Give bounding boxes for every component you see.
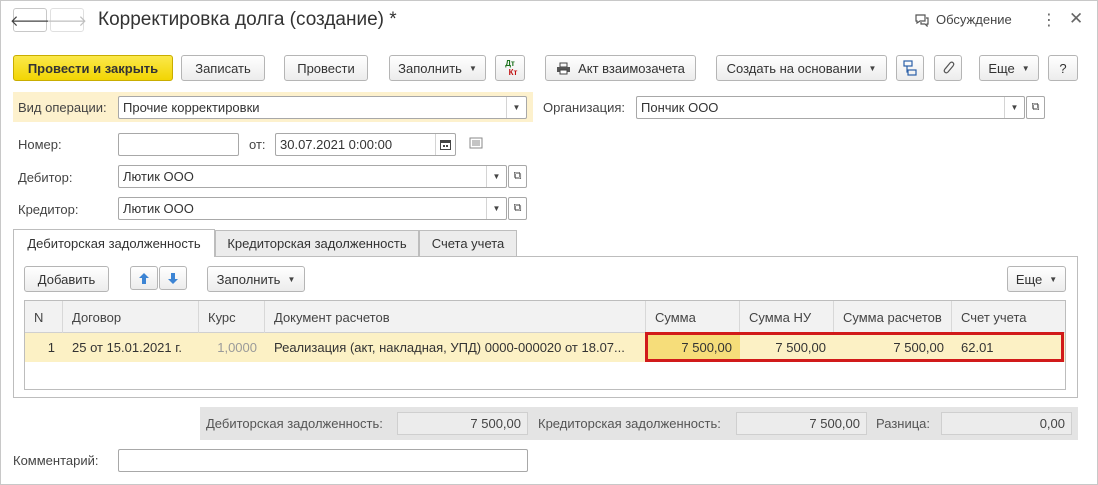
dt-kt-button[interactable]: Дт Кт: [495, 55, 525, 81]
discussion-label: Обсуждение: [936, 12, 1012, 27]
creditor-value: Лютик ООО: [123, 201, 194, 216]
table-fill-label: Заполнить: [216, 271, 281, 287]
back-button[interactable]: 🡐: [9, 8, 51, 32]
tab-accounts[interactable]: Счета учета: [419, 230, 517, 256]
fill-label: Заполнить: [398, 60, 462, 76]
column-header-contract[interactable]: Договор: [63, 301, 199, 333]
calendar-icon[interactable]: [435, 134, 455, 155]
creditor-select[interactable]: Лютик ООО ▼: [118, 197, 507, 220]
move-down-button[interactable]: [159, 266, 187, 290]
move-up-button[interactable]: [130, 266, 158, 290]
difference-value: 0,00: [941, 412, 1072, 435]
dt-label: Дт: [505, 59, 515, 68]
arrow-up-icon: [139, 272, 149, 284]
table-fill-button[interactable]: Заполнить ▼: [207, 266, 305, 292]
close-icon[interactable]: ✕: [1069, 9, 1083, 29]
number-input[interactable]: [118, 133, 239, 156]
creditor-label: Кредитор:: [18, 202, 79, 217]
cell-document[interactable]: Реализация (акт, накладная, УПД) 0000-00…: [265, 333, 646, 362]
debtor-value: Лютик ООО: [123, 169, 194, 184]
create-based-on-label: Создать на основании: [726, 60, 862, 76]
payables-total-value: 7 500,00: [736, 412, 867, 435]
comment-label: Комментарий:: [13, 453, 99, 468]
column-header-account[interactable]: Счет учета: [952, 301, 1065, 333]
organization-value: Пончик ООО: [641, 100, 719, 115]
post-and-close-button[interactable]: Провести и закрыть: [13, 55, 173, 81]
cell-n[interactable]: 1: [25, 333, 63, 362]
column-header-document[interactable]: Документ расчетов: [265, 301, 646, 333]
chevron-down-icon[interactable]: ▼: [506, 97, 526, 118]
structure-icon: [903, 60, 917, 76]
number-label: Номер:: [18, 137, 62, 152]
date-label: от:: [249, 137, 266, 152]
chat-icon: [915, 13, 929, 27]
operation-type-label: Вид операции:: [18, 100, 107, 115]
more-button[interactable]: Еще ▼: [979, 55, 1039, 81]
receivables-total-label: Дебиторская задолженность:: [206, 416, 383, 431]
difference-label: Разница:: [876, 416, 931, 431]
arrow-right-icon: 🡒: [46, 12, 88, 30]
printer-icon: [557, 62, 571, 74]
history-icon[interactable]: [469, 137, 483, 152]
date-value: 30.07.2021 0:00:00: [280, 137, 393, 152]
open-window-icon: ⧉: [513, 170, 522, 182]
column-header-rate[interactable]: Курс: [199, 301, 265, 333]
comment-input[interactable]: [118, 449, 528, 472]
add-row-button[interactable]: Добавить: [24, 266, 109, 292]
post-button[interactable]: Провести: [284, 55, 368, 81]
chevron-down-icon: ▼: [1021, 63, 1030, 73]
save-button[interactable]: Записать: [181, 55, 265, 81]
open-debtor-button[interactable]: ⧉: [508, 165, 527, 188]
operation-type-select[interactable]: Прочие корректировки ▼: [118, 96, 527, 119]
help-button[interactable]: ?: [1048, 55, 1078, 81]
more-vertical-icon[interactable]: ⋮: [1041, 10, 1057, 30]
chevron-down-icon: ▼: [868, 63, 877, 73]
column-header-sum[interactable]: Сумма: [646, 301, 740, 333]
receivables-total-value: 7 500,00: [397, 412, 528, 435]
fill-dropdown-button[interactable]: Заполнить ▼: [389, 55, 486, 81]
table-header: N Договор Курс Документ расчетов Сумма С…: [25, 301, 1065, 333]
table-more-label: Еще: [1015, 271, 1043, 287]
selection-highlight-box: [645, 332, 1064, 362]
create-based-on-button[interactable]: Создать на основании ▼: [716, 55, 887, 81]
column-header-n[interactable]: N: [25, 301, 63, 333]
tab-receivables[interactable]: Дебиторская задолженность: [13, 229, 215, 257]
open-window-icon: ⧉: [513, 202, 522, 214]
table-more-button[interactable]: Еще ▼: [1007, 266, 1066, 292]
debtor-select[interactable]: Лютик ООО ▼: [118, 165, 507, 188]
forward-button[interactable]: 🡒: [46, 8, 88, 32]
chevron-down-icon[interactable]: ▼: [1004, 97, 1024, 118]
chevron-down-icon[interactable]: ▼: [486, 198, 506, 219]
arrow-left-icon: 🡐: [9, 12, 51, 30]
open-organization-button[interactable]: ⧉: [1026, 96, 1045, 119]
arrow-down-icon: [168, 272, 178, 284]
chevron-down-icon[interactable]: ▼: [486, 166, 506, 187]
more-label: Еще: [988, 60, 1015, 76]
cell-rate[interactable]: 1,0000: [199, 333, 265, 362]
organization-select[interactable]: Пончик ООО ▼: [636, 96, 1025, 119]
structure-button[interactable]: [896, 55, 924, 81]
kt-label: Кт: [508, 68, 518, 77]
chevron-down-icon: ▼: [287, 274, 296, 284]
offset-act-button[interactable]: Акт взаимозачета: [545, 55, 696, 81]
discussion-button[interactable]: Обсуждение: [914, 12, 1012, 27]
column-header-sum-nu[interactable]: Сумма НУ: [740, 301, 834, 333]
chevron-down-icon: ▼: [468, 63, 477, 73]
column-header-sum-calc[interactable]: Сумма расчетов: [834, 301, 952, 333]
open-creditor-button[interactable]: ⧉: [508, 197, 527, 220]
payables-total-label: Кредиторская задолженность:: [538, 416, 721, 431]
cell-contract[interactable]: 25 от 15.01.2021 г.: [63, 333, 199, 362]
totals-bar: Дебиторская задолженность: 7 500,00 Кред…: [200, 407, 1078, 440]
chevron-down-icon: ▼: [1049, 274, 1058, 284]
attach-button[interactable]: [934, 55, 962, 81]
open-window-icon: ⧉: [1031, 101, 1040, 113]
offset-act-label: Акт взаимозачета: [578, 60, 685, 76]
paperclip-icon: [943, 61, 955, 74]
organization-label: Организация:: [543, 100, 626, 115]
tab-payables[interactable]: Кредиторская задолженность: [215, 230, 419, 256]
page-title: Корректировка долга (создание) *: [98, 9, 397, 30]
debtor-label: Дебитор:: [18, 170, 73, 185]
date-input[interactable]: 30.07.2021 0:00:00: [275, 133, 456, 156]
operation-type-value: Прочие корректировки: [123, 100, 260, 115]
